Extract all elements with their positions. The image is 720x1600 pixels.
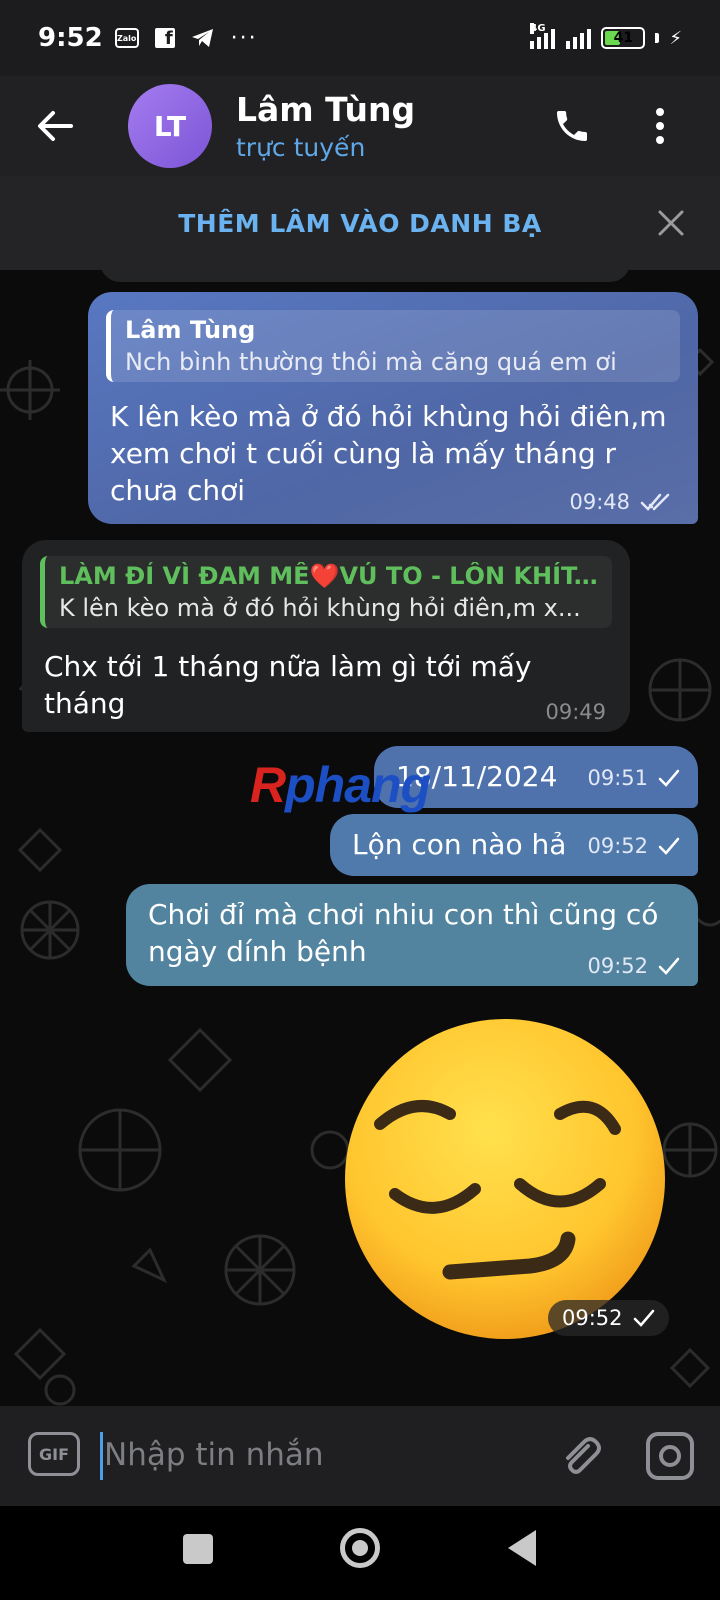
back-button[interactable] — [0, 76, 110, 176]
message-time: 09:48 — [569, 490, 630, 514]
reply-sender: LÀM ĐỈ VÌ ĐAM MÊ❤️VÚ TO - LỒN KHÍT... — [59, 562, 598, 590]
check-icon — [658, 837, 680, 855]
message-input-bar: GIF Nhập tin nhắn — [0, 1406, 720, 1506]
close-icon[interactable] — [656, 208, 686, 238]
message-text: Chx tới 1 tháng nữa làm gì tới mấy tháng — [44, 650, 532, 720]
back-icon[interactable] — [508, 1530, 536, 1566]
call-button[interactable] — [548, 102, 596, 150]
more-vertical-icon[interactable] — [640, 98, 680, 154]
double-check-icon — [640, 493, 670, 511]
more-dots-icon: ··· — [230, 25, 258, 51]
chat-header: LT Lâm Tùng trực tuyến — [0, 76, 720, 176]
message-time: 09:51 — [587, 766, 648, 790]
incoming-message[interactable]: LÀM ĐỈ VÌ ĐAM MÊ❤️VÚ TO - LỒN KHÍT... K … — [22, 540, 630, 732]
reply-text: K lên kèo mà ở đó hỏi khùng hỏi điên,m x… — [59, 594, 581, 622]
message-meta: 09:48 — [569, 490, 674, 514]
outgoing-message[interactable]: Lộn con nào hả 09:52 — [330, 814, 698, 876]
message-meta: 09:49 — [545, 700, 606, 724]
notification-icons: Zalo f ··· — [114, 25, 258, 51]
system-icons: 4G 41 ⚡ — [530, 23, 682, 49]
chat-area[interactable]: Lâm Tùng Nch bình thường thôi mà căng qu… — [0, 270, 720, 1406]
battery-cap — [655, 33, 660, 43]
outgoing-message[interactable]: Chơi đỉ mà chơi nhiu con thì cũng có ngà… — [126, 884, 698, 986]
system-nav-bar — [0, 1506, 720, 1600]
contact-name: Lâm Tùng — [236, 90, 416, 129]
reply-text: Nch bình thường thôi mà căng quá em ơi — [125, 348, 617, 376]
reply-quote[interactable]: Lâm Tùng Nch bình thường thôi mà căng qu… — [106, 310, 680, 382]
watermark-first: R — [250, 757, 286, 813]
message-meta: 09:52 — [587, 834, 680, 858]
message-time: 09:52 — [587, 954, 648, 978]
check-icon — [633, 1309, 654, 1327]
home-icon[interactable] — [340, 1528, 380, 1568]
message-text: Lộn con nào hả — [352, 828, 567, 861]
phone-icon — [557, 111, 587, 141]
previous-message-edge — [100, 270, 630, 282]
check-icon — [658, 769, 680, 787]
watermark-rest: phang — [285, 757, 431, 813]
signal-icon: 4G — [530, 23, 592, 49]
battery-icon: 41 — [601, 27, 646, 49]
network-type: 4G — [530, 23, 546, 34]
charging-icon: ⚡ — [669, 27, 682, 49]
message-meta: 09:52 — [548, 1300, 669, 1336]
battery-level: 41 — [613, 30, 634, 46]
message-time: 09:49 — [545, 700, 606, 724]
back-arrow-icon — [38, 111, 73, 141]
contact-avatar[interactable]: LT — [128, 84, 212, 168]
contact-info[interactable]: Lâm Tùng trực tuyến — [236, 90, 415, 162]
text-cursor — [100, 1432, 103, 1480]
message-time: 09:52 — [587, 834, 648, 858]
add-contact-button[interactable]: THÊM LÂM VÀO DANH BẠ — [178, 209, 542, 238]
zalo-icon: Zalo — [114, 28, 139, 48]
message-input[interactable]: Nhập tin nhắn — [104, 1430, 324, 1480]
emoji-message[interactable] — [340, 1014, 670, 1344]
add-contact-banner: THÊM LÂM VÀO DANH BẠ — [0, 176, 720, 270]
message-meta: 09:52 — [587, 954, 680, 978]
telegram-icon — [191, 29, 213, 47]
message-meta: 09:51 — [587, 766, 680, 790]
pensive-face-emoji — [345, 1019, 665, 1339]
gif-icon[interactable]: GIF — [28, 1432, 80, 1476]
reply-sender: Lâm Tùng — [125, 316, 256, 344]
outgoing-message[interactable]: Lâm Tùng Nch bình thường thôi mà căng qu… — [88, 292, 698, 524]
reply-quote[interactable]: LÀM ĐỈ VÌ ĐAM MÊ❤️VÚ TO - LỒN KHÍT... K … — [40, 556, 612, 628]
attach-icon[interactable] — [556, 1432, 604, 1480]
watermark-logo: Rphang — [250, 756, 431, 814]
status-time: 9:52 — [38, 23, 103, 53]
recents-icon[interactable] — [183, 1534, 213, 1564]
contact-status: trực tuyến — [236, 133, 366, 162]
check-icon — [658, 957, 680, 975]
camera-icon[interactable] — [646, 1432, 694, 1480]
facebook-icon: f — [154, 28, 175, 48]
message-time: 09:52 — [562, 1306, 623, 1330]
status-bar: 9:52 Zalo f ··· 4G 41 ⚡ — [0, 0, 720, 76]
